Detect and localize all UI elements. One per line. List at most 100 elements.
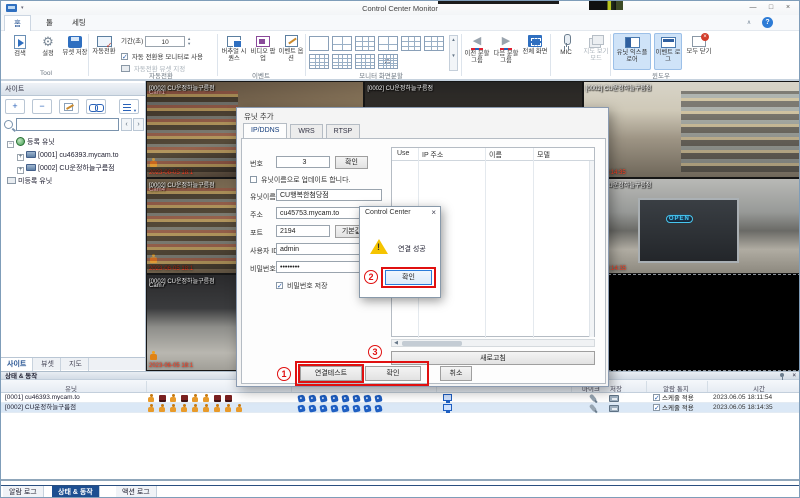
number-input[interactable]: 3 bbox=[276, 156, 330, 168]
port-input[interactable]: 2194 bbox=[276, 225, 330, 237]
video-popup-button[interactable]: 비디오 팝업 bbox=[249, 33, 277, 70]
duration-input[interactable]: 10 ▲ ▼ bbox=[145, 35, 191, 47]
port-label: 포트 bbox=[250, 230, 263, 237]
schedule-checkbox[interactable] bbox=[653, 394, 660, 404]
use-monitor-row[interactable]: 자동 전환용 모니터로 사용 bbox=[121, 51, 203, 61]
group-separator bbox=[550, 34, 551, 76]
expand-icon[interactable]: + bbox=[17, 167, 24, 174]
close-button[interactable]: × bbox=[780, 2, 796, 13]
split-layout-icon[interactable] bbox=[309, 54, 329, 69]
dialog-tab-ipddns[interactable]: IP/DDNS bbox=[243, 123, 288, 138]
search-prev-button[interactable]: ‹ bbox=[121, 118, 132, 131]
open-sign-text: OPEN bbox=[665, 214, 693, 223]
search-next-button[interactable]: › bbox=[133, 118, 144, 131]
collapse-icon[interactable]: − bbox=[7, 141, 14, 148]
connect-button[interactable] bbox=[86, 99, 106, 114]
popup-close-icon[interactable]: × bbox=[431, 208, 436, 217]
spinner-arrows-icon[interactable]: ▲ ▼ bbox=[185, 36, 193, 47]
tile-camera-label: Cam7 bbox=[149, 283, 166, 290]
split-layout-icon[interactable] bbox=[401, 36, 421, 51]
dialog-tab-rtsp[interactable]: RTSP bbox=[325, 124, 361, 138]
camera-status-icon bbox=[297, 404, 306, 413]
device-status-icon bbox=[225, 395, 232, 402]
split-layout-icon[interactable]: 25 bbox=[378, 54, 398, 69]
save-password-checkbox[interactable] bbox=[276, 282, 283, 290]
status-table-row[interactable]: [0001] cu46393.mycam.to 스케줄 적용 2023.06.05 … bbox=[1, 393, 799, 404]
sidebar-tab-map[interactable]: 지도 bbox=[63, 358, 89, 371]
close-all-button[interactable]: 모두 닫기 bbox=[685, 33, 713, 70]
split-layout-icon[interactable] bbox=[355, 36, 375, 51]
minimize-button[interactable]: — bbox=[745, 2, 761, 13]
dialog-tab-wrs[interactable]: WRS bbox=[290, 124, 323, 138]
video-tile[interactable] bbox=[582, 274, 799, 371]
tab-settings[interactable]: 세팅 bbox=[63, 15, 95, 31]
tab-status-action[interactable]: 상태 & 동작 bbox=[52, 486, 100, 497]
split-layout-icon[interactable] bbox=[355, 54, 375, 69]
tab-alarm-log[interactable]: 알람 로그 bbox=[3, 486, 44, 497]
split-layout-icon[interactable] bbox=[309, 36, 329, 51]
split-group-label: 모니터 화면분할 bbox=[359, 73, 403, 80]
tree-node-unregistered[interactable]: 미등록 유닛 bbox=[7, 176, 52, 188]
split-layout-icon[interactable] bbox=[424, 36, 444, 51]
video-tile[interactable]: [0002] CU운정하늘구름점OPEN06-05 18:14:35 bbox=[582, 177, 799, 275]
sidebar-search-input[interactable] bbox=[16, 118, 119, 131]
ribbon-collapse-icon[interactable]: ∧ bbox=[743, 18, 755, 28]
edit-unit-button[interactable] bbox=[59, 99, 79, 114]
auto-switch-button[interactable]: 자동전환 bbox=[90, 33, 118, 70]
tile-unit-label: [0002] CU운정하늘구름점 bbox=[149, 182, 215, 189]
scroll-left-icon[interactable]: ◀ bbox=[392, 340, 400, 347]
list-horizontal-scrollbar[interactable]: ◀ bbox=[391, 339, 595, 347]
video-tile[interactable]: [0002] CU운정하늘구름점06.05 18:14:35 bbox=[582, 81, 799, 178]
use-monitor-checkbox[interactable] bbox=[121, 53, 128, 61]
schedule-label: 스케줄 적용 bbox=[662, 405, 694, 412]
tree-node-unit[interactable]: + [0002] CU운정하늘구름점 bbox=[17, 163, 115, 175]
tab-action-log[interactable]: 액션 로그 bbox=[116, 486, 157, 497]
tab-home[interactable]: 홈 bbox=[4, 15, 31, 31]
panel-splitter[interactable] bbox=[1, 479, 799, 481]
unit-label: [0002] CU운정하늘구름점 bbox=[38, 165, 115, 172]
tree-node-registered[interactable]: − 등록 유닛 bbox=[7, 137, 55, 149]
unit-explorer-button[interactable]: 유닛 익스플로어 bbox=[613, 33, 651, 70]
unit-name-input[interactable]: CU행복한첨당점 bbox=[276, 189, 382, 201]
list-vertical-scrollbar[interactable] bbox=[589, 161, 594, 337]
sidebar-tab-site[interactable]: 사이트 bbox=[1, 358, 34, 371]
sidebar-tab-viewset[interactable]: 뷰셋 bbox=[35, 358, 61, 371]
save-password-row[interactable]: 비밀번호 저장 bbox=[276, 281, 328, 291]
annotation-box-test bbox=[298, 364, 364, 383]
split-scroll-arrows[interactable]: ▲ ▼ bbox=[449, 35, 458, 71]
split-layout-icon[interactable] bbox=[332, 36, 352, 51]
row-unit-name: [0001] cu46393.mycam.to bbox=[5, 394, 80, 401]
virtual-sequence-button[interactable]: 버추얼 시퀀스 bbox=[220, 33, 248, 70]
split-layout-icon[interactable] bbox=[378, 36, 398, 51]
scrollbar-thumb[interactable] bbox=[402, 341, 462, 346]
schedule-checkbox[interactable] bbox=[653, 404, 660, 414]
status-table-row[interactable]: [0002] CU운정하늘구름점 스케줄 적용 2023.06.05 18:14:3… bbox=[1, 403, 799, 414]
number-check-button[interactable]: 확인 bbox=[335, 156, 368, 169]
tree-node-unit[interactable]: + [0001] cu46393.mycam.to bbox=[17, 150, 119, 162]
settings-button[interactable]: ⚙ 설정 bbox=[34, 33, 62, 70]
tile-unit-label: [0002] CU운정하늘구름점 bbox=[585, 86, 652, 92]
expand-icon[interactable]: + bbox=[17, 154, 24, 161]
save-viewset-button[interactable]: 뷰셋 저장 bbox=[61, 33, 89, 70]
prev-split-group-button[interactable]: ◀ 이전 분할 그룹 bbox=[463, 33, 491, 70]
next-split-label: 다음 분할 그룹 bbox=[493, 50, 519, 64]
mic-button[interactable]: MIC bbox=[552, 33, 580, 70]
help-icon[interactable]: ? bbox=[762, 17, 773, 28]
tab-tool[interactable]: 툴 bbox=[37, 15, 62, 31]
dialog-cancel-button[interactable]: 취소 bbox=[440, 366, 472, 381]
remove-unit-button[interactable]: − bbox=[32, 99, 52, 114]
event-options-button[interactable]: 이벤트 옵션 bbox=[277, 33, 305, 70]
pin-icon[interactable] bbox=[778, 373, 785, 380]
event-log-button[interactable]: 이벤트 로그 bbox=[654, 33, 682, 70]
alarm-schedule-cell[interactable]: 스케줄 적용 bbox=[653, 404, 694, 414]
maximize-button[interactable]: □ bbox=[763, 2, 779, 13]
update-name-checkbox[interactable] bbox=[250, 176, 257, 183]
group-separator bbox=[305, 34, 306, 76]
add-unit-button[interactable]: + bbox=[5, 99, 25, 114]
fullscreen-button[interactable]: 전체 화면 bbox=[521, 33, 549, 70]
sort-list-button[interactable] bbox=[119, 99, 139, 117]
search-button[interactable]: 검색 bbox=[6, 33, 34, 70]
update-name-row[interactable]: 유닛이름으로 업데이트 합니다. bbox=[250, 175, 351, 185]
next-split-group-button[interactable]: ▶ 다음 분할 그룹 bbox=[492, 33, 520, 70]
split-layout-icon[interactable] bbox=[332, 54, 352, 69]
